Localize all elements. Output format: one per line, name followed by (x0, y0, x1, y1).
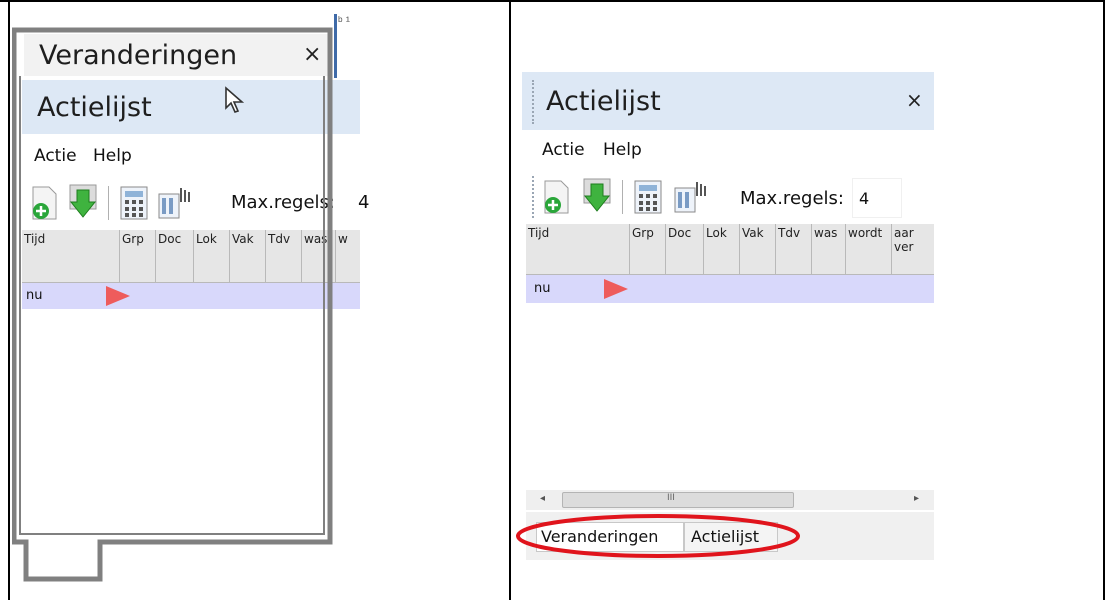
column-grp[interactable]: Grp (630, 224, 666, 274)
highlight-ellipse (516, 514, 800, 558)
max-rows-label: Max.regels: (740, 188, 844, 209)
calculator-icon[interactable] (634, 180, 664, 214)
table-border-left (8, 0, 10, 600)
columns-settings-icon[interactable] (674, 180, 710, 214)
column-tijd[interactable]: Tijd (526, 224, 630, 274)
title-grip (532, 80, 536, 124)
scroll-thumb[interactable]: III (562, 492, 794, 508)
menu-bar: Actie Help (542, 140, 642, 160)
horizontal-scrollbar[interactable]: ◂ III ▸ (526, 490, 934, 510)
column-wordt[interactable]: wordt (846, 224, 892, 274)
dock-preview-outline (12, 27, 333, 582)
panel-title: Actielijst (546, 86, 661, 117)
table-border-middle (509, 0, 511, 600)
toolbar-separator (622, 180, 623, 214)
scroll-thumb-grip: III (667, 493, 675, 503)
panel-close-button[interactable]: × (906, 88, 923, 112)
column-vak[interactable]: Vak (740, 224, 776, 274)
mouse-cursor-icon (225, 86, 245, 113)
toolbar-grip (532, 176, 536, 218)
toolbar: Max.regels: 4 (522, 172, 934, 224)
menu-help[interactable]: Help (603, 140, 642, 160)
max-rows-input[interactable]: 4 (852, 178, 902, 218)
import-down-icon[interactable] (582, 178, 612, 214)
scroll-left-arrow-icon[interactable]: ◂ (540, 493, 545, 504)
scroll-right-arrow-icon[interactable]: ▸ (914, 493, 919, 504)
menu-actie[interactable]: Actie (542, 140, 585, 160)
max-rows-value: 4 (859, 189, 870, 208)
table-header: Tijd Grp Doc Lok Vak Tdv was wordt aar v… (526, 224, 934, 275)
new-item-icon[interactable] (542, 180, 570, 214)
row-time: nu (534, 281, 551, 296)
column-lok[interactable]: Lok (704, 224, 740, 274)
column-doc[interactable]: Doc (666, 224, 704, 274)
current-row-pointer-icon (604, 279, 628, 299)
table-row[interactable]: nu (526, 275, 934, 303)
left-screenshot: ᵇ ¹ Veranderingen × Actielijst Actie Hel… (12, 2, 369, 600)
column-tdv[interactable]: Tdv (776, 224, 812, 274)
column-was[interactable]: was (812, 224, 846, 274)
column-aantal[interactable]: aar ver (892, 224, 934, 274)
right-screenshot: Actielijst × Actie Help Max.regels: 4 Ti… (522, 60, 934, 560)
